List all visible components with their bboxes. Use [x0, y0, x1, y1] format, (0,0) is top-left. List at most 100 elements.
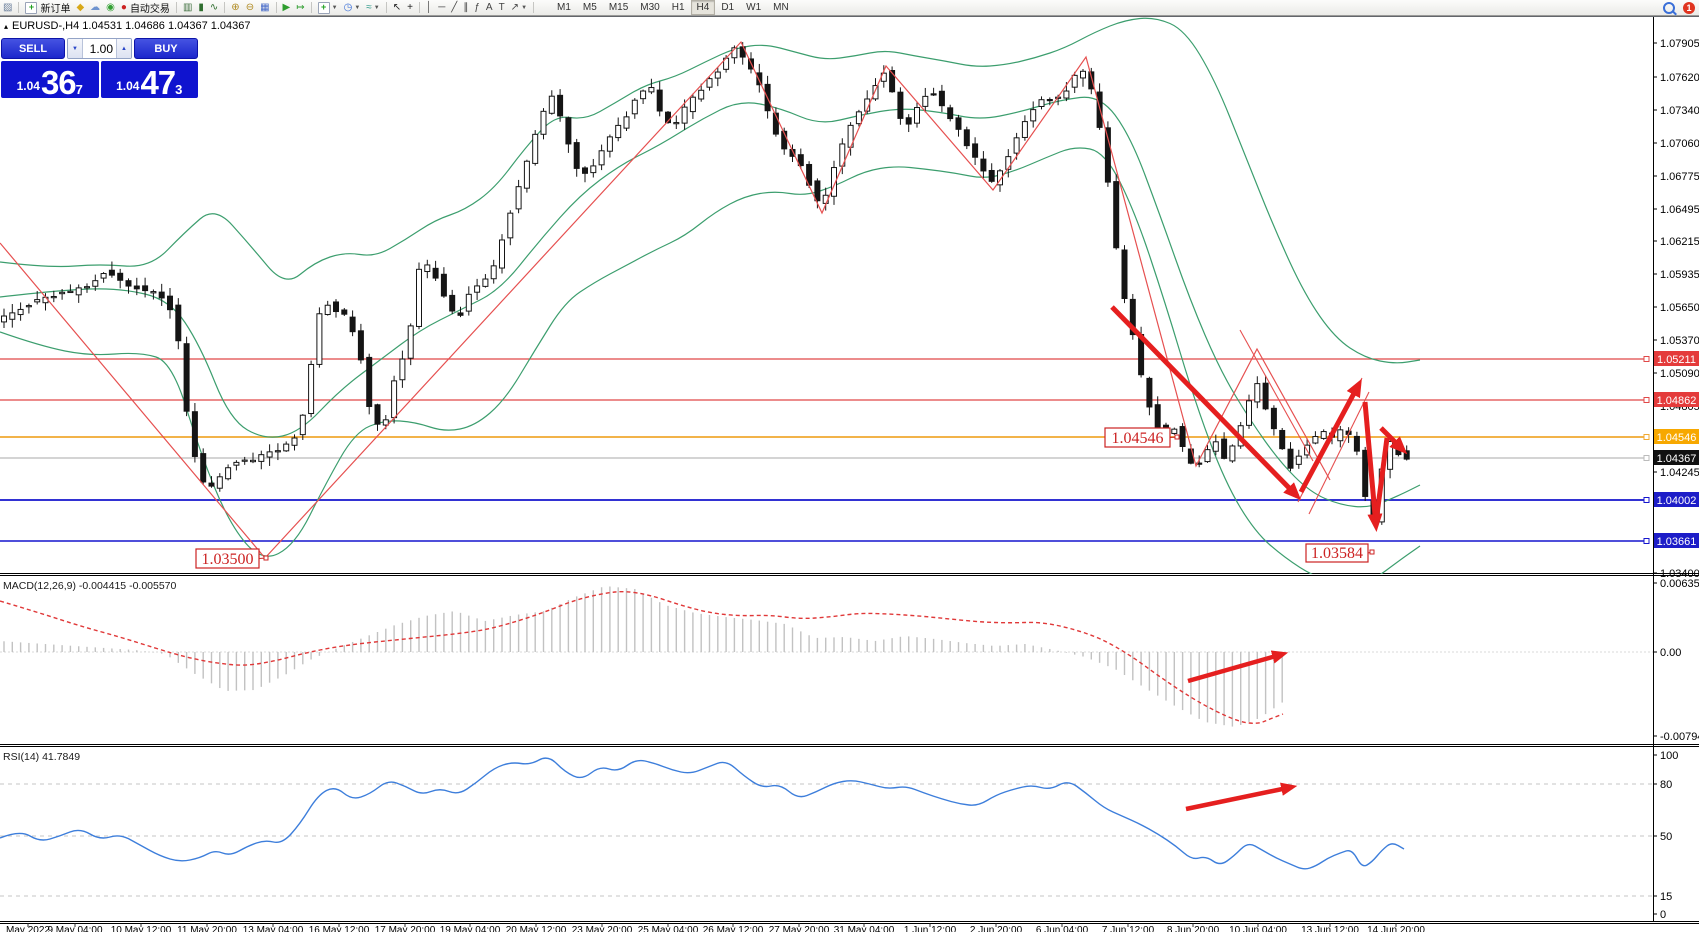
- chart-shift-icon: ↦: [296, 1, 304, 14]
- bullish-candle: [309, 364, 314, 413]
- bid-price-button[interactable]: 1.04 36 7: [1, 61, 99, 98]
- line-anchor-handle[interactable]: [1644, 435, 1649, 440]
- annotation-anchor-handle[interactable]: [1175, 435, 1179, 439]
- line-chart-icon[interactable]: ∿: [207, 1, 221, 14]
- cursor-tool-icon[interactable]: ↖: [390, 1, 404, 14]
- price-axis-label: 1.06215: [1660, 236, 1699, 248]
- line-anchor-handle[interactable]: [1644, 357, 1649, 362]
- fibonacci-tool-icon: ƒ: [474, 1, 480, 14]
- search-button[interactable]: [1659, 1, 1679, 14]
- price-annotation[interactable]: 1.03500: [196, 549, 268, 568]
- bearish-candle: [973, 144, 978, 157]
- bullish-candle: [1064, 91, 1069, 98]
- indicators-icon[interactable]: +▼: [315, 1, 341, 14]
- bearish-candle: [906, 118, 911, 124]
- signal-icon[interactable]: ◉: [103, 1, 118, 14]
- timeframe-button-h4[interactable]: H4: [691, 0, 716, 15]
- tile-windows-icon[interactable]: ▦: [257, 1, 272, 14]
- templates-icon-dropdown-arrow[interactable]: ▼: [374, 5, 380, 11]
- zoom-in-icon[interactable]: ⊕: [228, 1, 242, 14]
- candlestick-chart-icon[interactable]: ▮: [195, 1, 207, 14]
- line-anchor-handle[interactable]: [1644, 456, 1649, 461]
- symbol-ohlc-text: EURUSD-,H4 1.04531 1.04686 1.04367 1.043…: [12, 20, 251, 32]
- price-axis-label: 1.06775: [1660, 171, 1699, 183]
- bullish-candle: [425, 265, 430, 272]
- price-annotation[interactable]: 1.03584: [1306, 544, 1374, 562]
- notification-badge[interactable]: 1: [1683, 2, 1695, 14]
- market-watch-icon[interactable]: ◆: [73, 1, 87, 14]
- channel-tool-icon[interactable]: ∥: [460, 1, 471, 14]
- fibonacci-tool-icon[interactable]: ƒ: [471, 1, 483, 14]
- indicators-icon-dropdown-arrow[interactable]: ▼: [332, 5, 338, 11]
- volume-input[interactable]: [83, 39, 116, 58]
- timeframe-button-m1[interactable]: M1: [551, 0, 577, 15]
- bearish-candle: [574, 143, 579, 169]
- macd-pane[interactable]: [0, 586, 1653, 726]
- bullish-candle: [1014, 138, 1019, 153]
- templates-icon: ≈: [366, 1, 372, 14]
- volume-increase-button[interactable]: ▲: [116, 39, 131, 58]
- periods-clock-icon-dropdown-arrow[interactable]: ▼: [354, 5, 360, 11]
- bearish-candle: [126, 281, 131, 286]
- cloud-icon: ☁: [90, 1, 100, 14]
- timeframe-button-m30[interactable]: M30: [634, 0, 665, 15]
- bullish-candle: [284, 444, 289, 451]
- new-order-button[interactable]: +新订单: [22, 1, 73, 14]
- timeframe-button-mn[interactable]: MN: [767, 0, 795, 15]
- timeframe-button-h1[interactable]: H1: [666, 0, 691, 15]
- chart-canvas[interactable]: 1.035001.045461.035841.079051.076201.073…: [0, 0, 1699, 932]
- arrows-tool-icon: ↗: [511, 1, 519, 14]
- price-axis-label: 1.05650: [1660, 302, 1699, 314]
- main-chart-pane[interactable]: 1.03500 1.04546 1.03584: [0, 18, 1649, 584]
- annotation-anchor-handle[interactable]: [1370, 550, 1374, 554]
- label-tool-icon[interactable]: T: [496, 1, 508, 14]
- rsi-trend-arrow[interactable]: [1186, 787, 1292, 809]
- bullish-candle: [856, 112, 861, 124]
- timeframe-button-w1[interactable]: W1: [740, 0, 767, 15]
- line-anchor-handle[interactable]: [1644, 498, 1649, 503]
- price-axis-label: 1.07340: [1660, 105, 1699, 117]
- volume-decrease-button[interactable]: ▼: [68, 39, 83, 58]
- time-axis-label: 8 Jun 20:00: [1167, 925, 1220, 932]
- periods-clock-icon[interactable]: ◷▼: [341, 1, 364, 14]
- crosshair-tool-icon[interactable]: +: [404, 1, 416, 14]
- timeframe-button-m5[interactable]: M5: [577, 0, 603, 15]
- price-axis-label: 1.07905: [1660, 38, 1699, 50]
- time-axis-label: 11 May 20:00: [177, 925, 237, 932]
- chart-window-icon[interactable]: ▨: [0, 1, 15, 14]
- time-axis-label: 6 Jun 04:00: [1036, 925, 1089, 932]
- trendline-tool-icon[interactable]: ╱: [448, 1, 460, 14]
- line-anchor-handle[interactable]: [1644, 539, 1649, 544]
- annotation-anchor-handle[interactable]: [264, 556, 268, 560]
- autotrade-button[interactable]: ●自动交易: [118, 1, 173, 14]
- price-badge: 1.04367: [1654, 450, 1699, 465]
- trend-line-segment[interactable]: [1240, 330, 1313, 461]
- arrows-tool-icon[interactable]: ↗▼: [508, 1, 530, 14]
- timeframe-button-d1[interactable]: D1: [715, 0, 740, 15]
- buy-button[interactable]: BUY: [134, 38, 198, 59]
- zoom-out-icon: ⊖: [246, 1, 254, 14]
- macd-trend-arrow[interactable]: [1188, 654, 1283, 681]
- line-anchor-handle[interactable]: [1644, 398, 1649, 403]
- auto-scroll-icon[interactable]: ▶: [280, 1, 294, 14]
- chart-shift-icon[interactable]: ↦: [293, 1, 307, 14]
- text-tool-icon[interactable]: A: [483, 1, 496, 14]
- arrows-tool-icon-dropdown-arrow[interactable]: ▼: [521, 5, 527, 11]
- timeframe-button-m15[interactable]: M15: [603, 0, 634, 15]
- bollinger-upper-band: [0, 18, 1420, 363]
- trend-line-segment[interactable]: [1309, 392, 1369, 514]
- ask-price-button[interactable]: 1.04 47 3: [101, 61, 199, 98]
- vertical-line-tool-icon[interactable]: │: [423, 1, 435, 14]
- sell-button[interactable]: SELL: [1, 38, 65, 59]
- time-axis-label: 13 May 04:00: [243, 925, 304, 932]
- bullish-candle: [524, 161, 529, 188]
- price-annotation[interactable]: 1.04546: [1105, 428, 1179, 447]
- bar-chart-icon[interactable]: ▥: [180, 1, 195, 14]
- zoom-out-icon[interactable]: ⊖: [243, 1, 257, 14]
- toolbar-separator: [224, 2, 225, 13]
- templates-icon[interactable]: ≈▼: [363, 1, 382, 14]
- rsi-pane[interactable]: [0, 758, 1653, 896]
- bullish-candle: [707, 79, 712, 88]
- horizontal-line-tool-icon[interactable]: ─: [435, 1, 448, 14]
- cloud-icon[interactable]: ☁: [87, 1, 103, 14]
